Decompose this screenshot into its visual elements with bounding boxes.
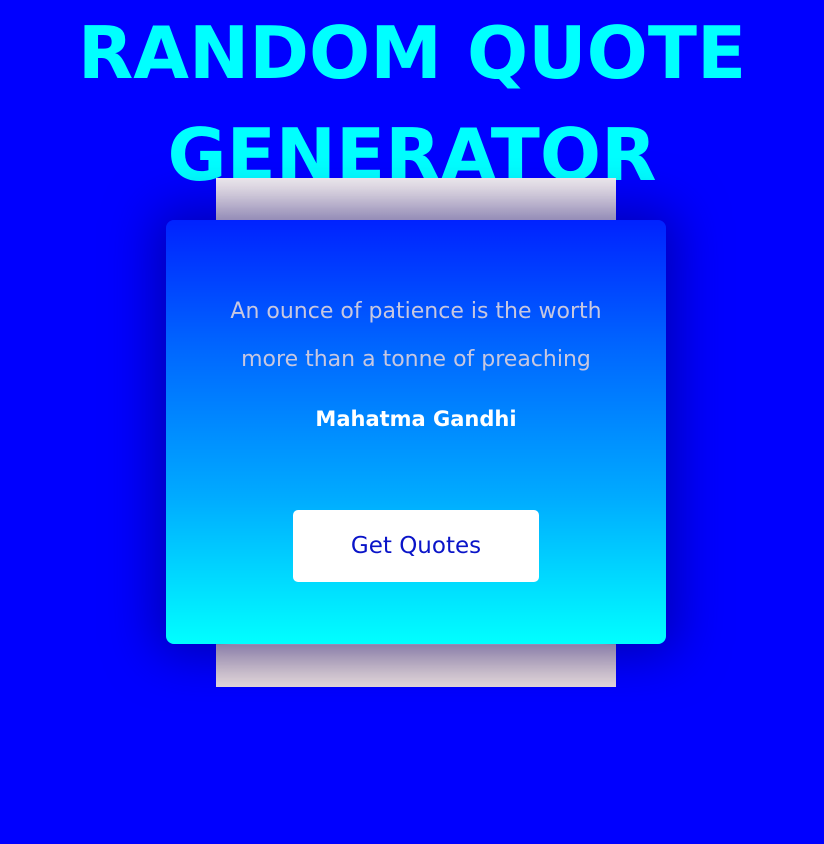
get-quotes-button[interactable]: Get Quotes [293, 510, 539, 582]
page-title: RANDOM QUOTE GENERATOR [77, 11, 747, 197]
quote-text: An ounce of patience is the worth more t… [230, 299, 602, 372]
quote-card: An ounce of patience is the worth more t… [166, 220, 666, 644]
quote-author: Mahatma Gandhi [315, 407, 517, 431]
